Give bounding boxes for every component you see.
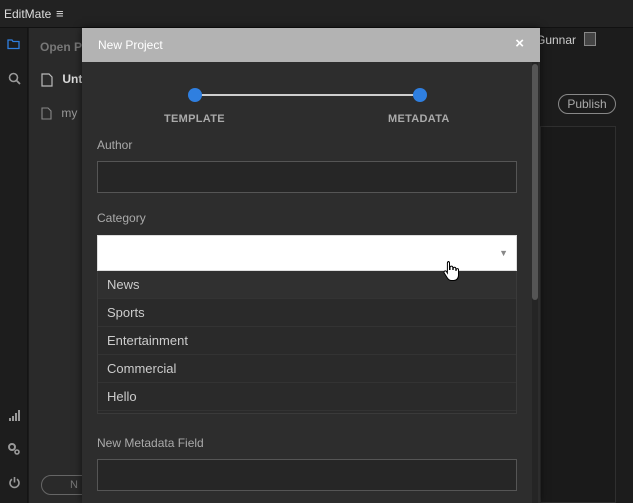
chevron-down-icon: ▼ <box>499 248 508 258</box>
author-label: Author <box>97 138 133 152</box>
titlebar: EditMate ≡ <box>0 0 633 28</box>
left-rail <box>0 28 28 503</box>
dialog-header: New Project × <box>82 28 540 62</box>
dropdown-option[interactable]: Sports <box>98 299 516 327</box>
settings-icon[interactable] <box>6 442 22 458</box>
user-icon[interactable] <box>584 32 596 46</box>
signal-icon <box>6 409 22 425</box>
new-project-label: N <box>70 479 78 491</box>
new-metadata-field-input[interactable] <box>97 459 517 491</box>
step-metadata-label[interactable]: METADATA <box>388 113 450 125</box>
dropdown-option[interactable]: Hello <box>98 383 516 411</box>
stepper-line <box>195 94 420 96</box>
folder-icon[interactable] <box>6 38 22 54</box>
category-label: Category <box>97 211 146 225</box>
dialog-scrollbar-thumb[interactable] <box>532 64 538 300</box>
step-template-label[interactable]: TEMPLATE <box>164 113 225 125</box>
user-name: Gunnar <box>536 33 577 47</box>
category-dropdown: News Sports Entertainment Commercial Hel… <box>97 271 517 414</box>
search-icon[interactable] <box>6 72 22 88</box>
new-metadata-field-label: New Metadata Field <box>97 436 204 450</box>
project-item[interactable]: Unt <box>41 72 82 87</box>
author-field[interactable] <box>97 161 517 193</box>
project-item-label: my <box>61 106 78 120</box>
hand-cursor-icon <box>443 261 459 281</box>
project-item-label: Unt <box>62 72 83 86</box>
app-title: EditMate <box>4 7 52 21</box>
step-template-dot[interactable] <box>188 88 202 102</box>
dialog-title: New Project <box>98 38 163 52</box>
step-metadata-dot[interactable] <box>413 88 427 102</box>
close-icon[interactable]: × <box>515 35 524 52</box>
project-item[interactable]: my <box>41 106 77 120</box>
new-project-dialog: New Project × TEMPLATE METADATA Author C… <box>82 28 540 503</box>
document-icon <box>41 107 52 120</box>
open-project-label[interactable]: Open P <box>40 40 82 54</box>
publish-button[interactable]: Publish <box>558 94 616 114</box>
dropdown-option[interactable]: Entertainment <box>98 327 516 355</box>
preview-pane <box>540 126 616 503</box>
dropdown-option[interactable]: Commercial <box>98 355 516 383</box>
hamburger-menu-icon[interactable]: ≡ <box>56 6 64 21</box>
power-icon[interactable] <box>6 476 22 492</box>
document-edit-icon <box>41 73 53 87</box>
